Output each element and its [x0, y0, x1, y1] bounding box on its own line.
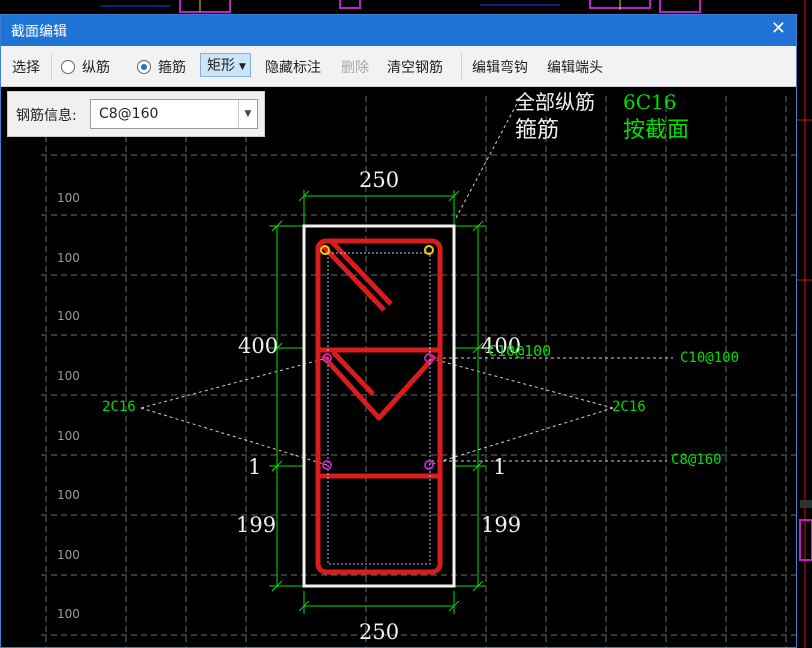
- shape-label: 矩形: [207, 58, 235, 74]
- dimension-right-199: 199: [481, 513, 522, 537]
- dimension-right-1: 1: [493, 455, 507, 479]
- top-full-rebar-spec: 6C16: [623, 90, 677, 114]
- edit-hook-button[interactable]: 编辑弯钩: [472, 57, 528, 77]
- grid-label: 100: [57, 251, 80, 265]
- chevron-down-icon: ▼: [239, 62, 246, 72]
- dimension-left-1: 1: [248, 455, 262, 479]
- rebar-info-label: 钢筋信息:: [16, 108, 77, 124]
- grid-label: 100: [57, 429, 80, 443]
- stirrups[interactable]: [315, 238, 443, 575]
- side-rebar-right-label: 2C16: [612, 399, 646, 415]
- grid-label: 100: [57, 309, 80, 323]
- stirrup-spec-near: C10@100: [488, 342, 552, 360]
- dimension-left-199: 199: [236, 513, 277, 537]
- leader-lines: [140, 95, 673, 466]
- dimension-left-400: 400: [238, 334, 279, 358]
- grid-label: 100: [57, 607, 80, 621]
- toolbar: 选择 纵筋 箍筋 矩形 ▼ 隐藏标注 删除 清空钢筋 编辑弯钩 编辑端头: [1, 46, 796, 87]
- cover-line: [327, 252, 431, 565]
- clear-rebar-button[interactable]: 清空钢筋: [387, 57, 443, 77]
- radio-on-icon: [137, 60, 151, 74]
- longitudinal-radio[interactable]: 纵筋: [61, 57, 110, 77]
- grid-label: 100: [57, 369, 80, 383]
- title-bar: 截面编辑 ✕: [1, 15, 796, 46]
- rebar-info-panel: 钢筋信息: C8@160 ▼: [7, 91, 265, 137]
- section-outline[interactable]: [302, 224, 456, 588]
- longitudinal-label: 纵筋: [82, 60, 110, 76]
- grid-label: 100: [57, 191, 80, 205]
- stirrup-radio[interactable]: 箍筋: [137, 57, 186, 77]
- top-full-rebar-label: 全部纵筋: [515, 90, 595, 114]
- hide-annotation-button[interactable]: 隐藏标注: [265, 57, 321, 77]
- close-icon[interactable]: ✕: [771, 18, 786, 39]
- stirrup-label: 箍筋: [158, 60, 186, 76]
- delete-button[interactable]: 删除: [341, 57, 369, 77]
- stirrup-annotation-label: 箍筋: [515, 118, 560, 143]
- stirrup-annotation-mode: 按截面: [623, 118, 690, 143]
- select-button[interactable]: 选择: [12, 57, 40, 77]
- radio-off-icon: [61, 60, 75, 74]
- tie-spec-label: C8@160: [671, 452, 722, 468]
- drawing-canvas[interactable]: 100 100 100 100 100 100 100 100 全部纵筋 6C1…: [1, 86, 796, 648]
- chevron-down-icon[interactable]: ▼: [238, 100, 257, 128]
- window-title: 截面编辑: [11, 24, 67, 40]
- stirrup-spec-far: C10@100: [680, 350, 740, 366]
- side-rebar-left-label: 2C16: [102, 399, 136, 415]
- rebar-info-combobox[interactable]: C8@160 ▼: [90, 99, 258, 129]
- toolbar-separator: [461, 53, 462, 79]
- edit-end-button[interactable]: 编辑端头: [547, 57, 603, 77]
- rebar-info-value: C8@160: [99, 106, 159, 122]
- shape-dropdown-button[interactable]: 矩形 ▼: [200, 53, 251, 77]
- dimension-width-top: 250: [359, 168, 400, 192]
- grid-label: 100: [57, 548, 80, 562]
- grid-label: 100: [57, 488, 80, 502]
- toolbar-separator: [51, 53, 52, 79]
- dimension-width-bottom: 250: [359, 620, 400, 644]
- section-edit-dialog: 截面编辑 ✕ 选择 纵筋 箍筋 矩形 ▼ 隐藏标注 删除 清空钢筋 编辑弯钩 编辑…: [0, 14, 797, 648]
